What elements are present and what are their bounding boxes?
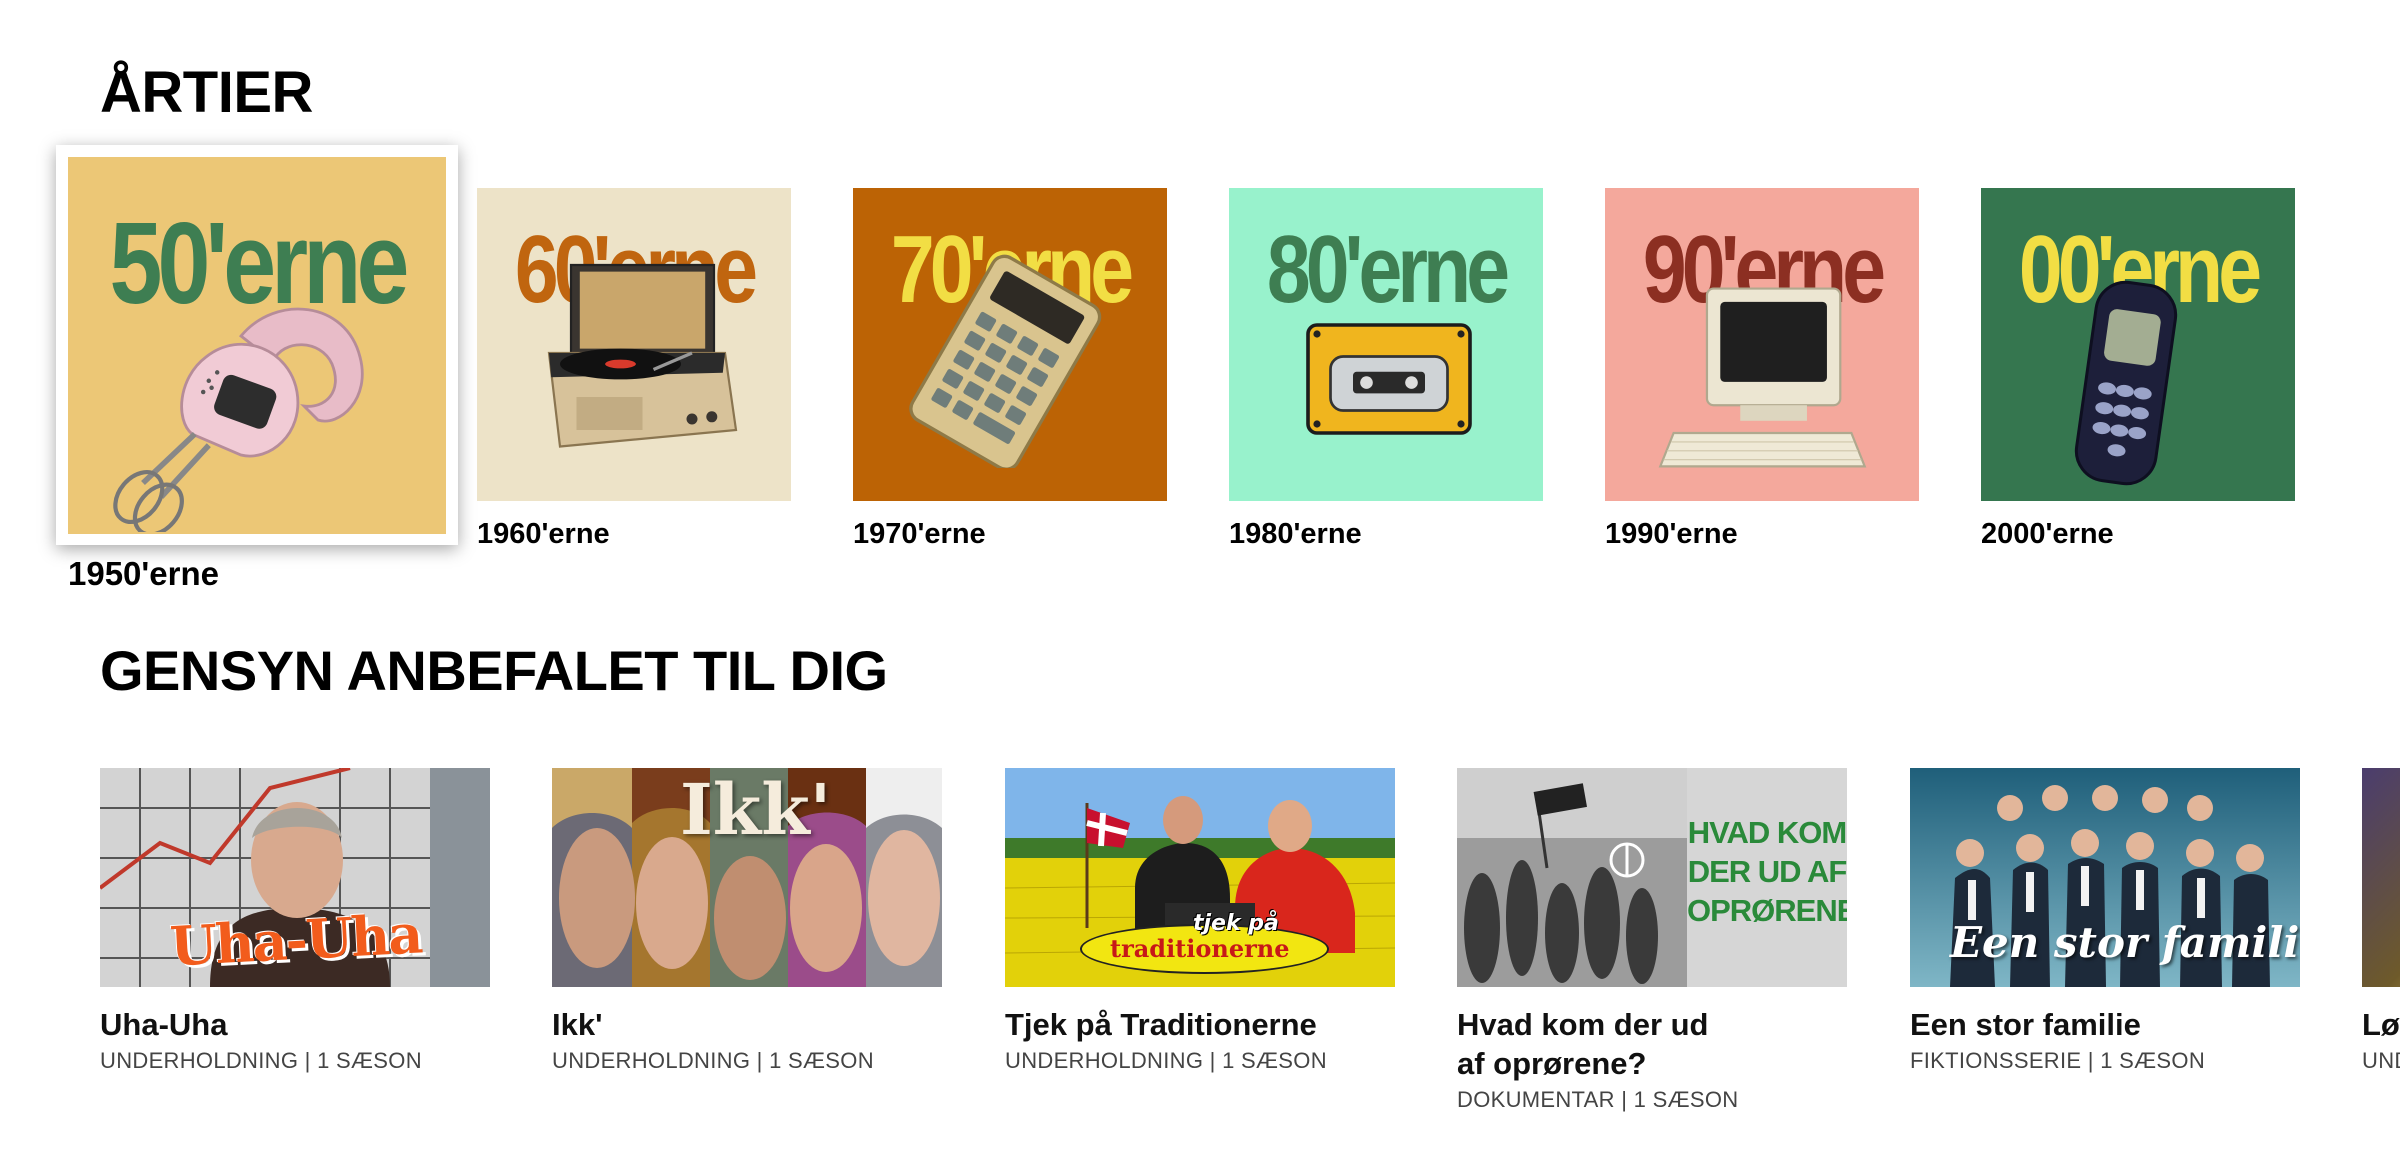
show-card-een-stor-familie[interactable]: Een stor familie Een stor familie FIKTIO…: [1910, 768, 2300, 1074]
page: ÅRTIER 50'erne 1950'erne 60'erne: [0, 0, 2400, 1159]
decade-artwork: 60'erne: [477, 188, 791, 501]
show-title: Uha-Uha: [100, 1007, 228, 1042]
show-title-line: af oprørene?: [1457, 1046, 1647, 1081]
decade-tile-1960s[interactable]: 60'erne 1960'erne: [477, 188, 791, 558]
decade-tile-1970s[interactable]: 70'erne 1970'erne: [853, 188, 1167, 558]
decade-artwork: 80'erne: [1229, 188, 1543, 501]
show-title: Ikk': [552, 1007, 603, 1042]
thumbnail-title-line2: traditionerne: [1110, 934, 1290, 963]
thumbnail-title: Uha-Uha: [168, 901, 423, 979]
decade-label: 1960'erne: [477, 518, 610, 550]
show-card-partial[interactable]: Lø UND: [2362, 768, 2400, 1074]
decade-label: 2000'erne: [1981, 518, 2114, 550]
thumbnail-title-line: OPRØRENE?: [1687, 893, 1847, 928]
section-title-recommendations: GENSYN ANBEFALET TIL DIG: [100, 639, 888, 702]
show-meta: UNDERHOLDNING | 1 SÆSON: [100, 1048, 422, 1073]
decade-artwork: 90'erne: [1605, 188, 1919, 501]
decade-tile-2000s[interactable]: 00'erne 2000'erne: [1981, 188, 2295, 558]
show-thumbnail: Een stor familie: [1910, 768, 2300, 987]
show-meta: DOKUMENTAR | 1 SÆSON: [1457, 1087, 1739, 1112]
show-title: Lø: [2362, 1007, 2400, 1042]
decade-artwork: 70'erne: [853, 188, 1167, 501]
decade-artwork: 00'erne: [1981, 188, 2295, 501]
show-meta: FIKTIONSSERIE | 1 SÆSON: [1910, 1048, 2206, 1073]
thumbnail-title-line: DER UD AF: [1687, 854, 1847, 889]
show-card-ikk[interactable]: Ikk' Ikk' UNDERHOLDNING | 1 SÆSON: [552, 768, 942, 1074]
show-card-uha-uha[interactable]: Uha-Uha Uha-Uha UNDERHOLDNING | 1 SÆSON: [100, 768, 490, 1074]
show-card-tjek-paa-traditionerne[interactable]: tjek på traditionerne Tjek på Traditione…: [1005, 768, 1395, 1074]
thumbnail-title: Ikk': [680, 768, 832, 851]
decade-label: 1990'erne: [1605, 518, 1738, 550]
decade-artwork: 50'erne: [68, 157, 446, 534]
show-meta: UND: [2362, 1048, 2400, 1073]
desktop-computer-icon: [1658, 287, 1867, 468]
cassette-player-icon: [1306, 323, 1472, 435]
show-card-hvad-kom-der-ud-af-oproerene[interactable]: HVAD KOM DER UD AF OPRØRENE? Hvad kom de…: [1457, 768, 1847, 1113]
mobile-phone-icon: [2074, 280, 2178, 486]
show-thumbnail: HVAD KOM DER UD AF OPRØRENE?: [1457, 768, 1847, 987]
show-thumbnail: [2362, 768, 2400, 987]
decade-label: 1980'erne: [1229, 518, 1362, 550]
hand-mixer-icon: [113, 307, 364, 532]
decade-label: 1950'erne: [68, 555, 219, 592]
show-meta: UNDERHOLDNING | 1 SÆSON: [552, 1048, 874, 1073]
thumbnail-title: Een stor familie: [1950, 918, 2300, 967]
decade-tile-1990s[interactable]: 90'erne 1990'erne: [1605, 188, 1919, 558]
show-title: Hvad kom der ud af oprørene?: [1457, 1005, 1847, 1083]
thumbnail-title-line: HVAD KOM: [1687, 815, 1847, 850]
show-title-line: Hvad kom der ud: [1457, 1007, 1709, 1042]
show-title: Een stor familie: [1910, 1007, 2141, 1042]
show-meta: UNDERHOLDNING | 1 SÆSON: [1005, 1048, 1327, 1073]
record-player-icon: [547, 263, 738, 448]
section-title-decades: ÅRTIER: [100, 60, 313, 125]
decade-tile-1950s[interactable]: 50'erne 1950'erne: [56, 145, 458, 595]
calculator-icon: [909, 254, 1102, 468]
show-thumbnail: Uha-Uha: [100, 768, 490, 987]
decade-label: 1970'erne: [853, 518, 986, 550]
thumbnail-title-line1: tjek på: [1193, 911, 1279, 936]
thumbnail-title: HVAD KOM DER UD AF OPRØRENE?: [1687, 813, 1847, 930]
show-title: Tjek på Traditionerne: [1005, 1007, 1317, 1042]
decade-artwork-text: 80'erne: [1266, 216, 1510, 323]
show-thumbnail: Ikk': [552, 768, 942, 987]
show-thumbnail: tjek på traditionerne: [1005, 768, 1395, 987]
decade-tile-1980s[interactable]: 80'erne 1980'erne: [1229, 188, 1543, 558]
